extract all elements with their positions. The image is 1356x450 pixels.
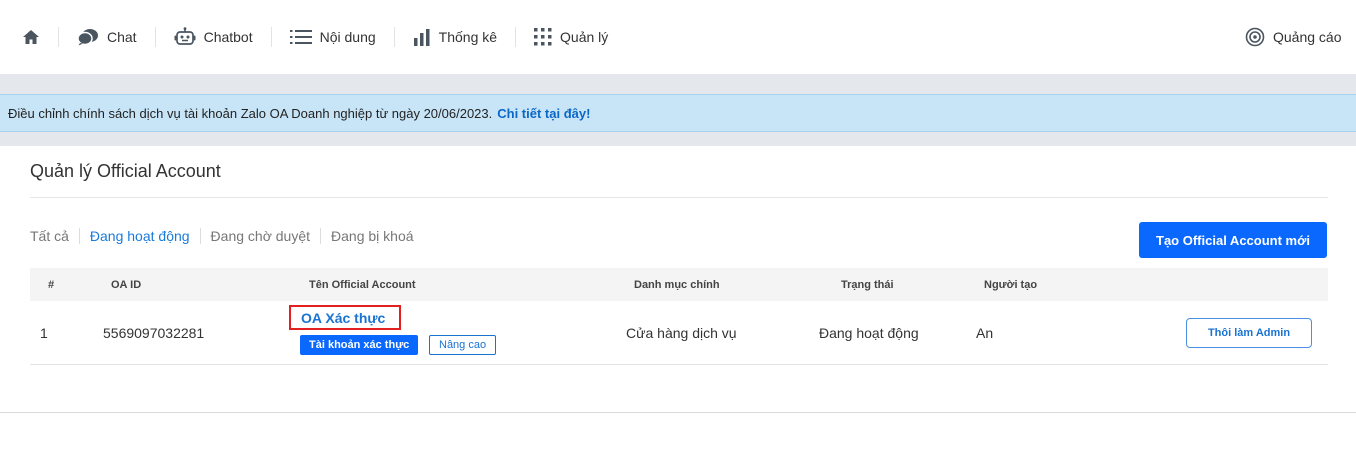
column-header-category: Danh mục chính xyxy=(634,279,720,291)
top-navigation: Chat Chatbot Nội dung Thống kê Quản lý Q… xyxy=(0,0,1356,74)
nav-divider xyxy=(270,27,272,47)
leave-admin-button[interactable]: Thôi làm Admin xyxy=(1186,318,1312,348)
nav-divider xyxy=(393,27,395,47)
tab-locked[interactable]: Đang bị khoá xyxy=(331,228,414,244)
nav-statistics-label: Thống kê xyxy=(438,29,498,45)
oa-name-text: OA Xác thực xyxy=(301,309,386,326)
home-icon xyxy=(23,30,39,44)
bar-chart-icon xyxy=(413,29,430,46)
grid-dots-icon xyxy=(534,28,552,46)
tab-all[interactable]: Tất cả xyxy=(30,228,69,244)
tab-divider xyxy=(320,228,322,244)
column-header-oa-id: OA ID xyxy=(111,279,142,291)
row-status: Đang hoạt động xyxy=(819,325,919,341)
row-category: Cửa hàng dịch vụ xyxy=(626,325,737,341)
chat-bubbles-icon xyxy=(77,29,98,46)
column-header-status: Trạng thái xyxy=(841,279,894,291)
nav-divider xyxy=(515,27,517,47)
column-header-name: Tên Official Account xyxy=(309,279,416,291)
page-title: Quản lý Official Account xyxy=(30,161,221,181)
footer-divider xyxy=(0,412,1356,413)
tab-active[interactable]: Đang hoạt động xyxy=(90,228,190,244)
banner-details-link[interactable]: Chi tiết tại đây! xyxy=(497,106,590,121)
robot-icon xyxy=(174,27,196,45)
row-creator: An xyxy=(976,325,994,341)
column-header-index: # xyxy=(48,279,55,291)
nav-ads[interactable]: Quảng cáo xyxy=(1245,26,1342,48)
nav-manage[interactable]: Quản lý xyxy=(534,26,608,48)
nav-chat[interactable]: Chat xyxy=(77,26,137,48)
nav-manage-label: Quản lý xyxy=(560,29,609,45)
nav-chatbot[interactable]: Chatbot xyxy=(174,26,253,48)
banner-text: Điều chỉnh chính sách dịch vụ tài khoản … xyxy=(8,105,493,121)
nav-statistics[interactable]: Thống kê xyxy=(413,26,497,48)
create-oa-button[interactable]: Tạo Official Account mới xyxy=(1139,222,1327,258)
nav-divider xyxy=(154,27,156,47)
oa-name-link[interactable]: OA Xác thực xyxy=(289,305,401,330)
nav-ads-label: Quảng cáo xyxy=(1273,29,1342,45)
tab-pending[interactable]: Đang chờ duyệt xyxy=(211,228,310,244)
column-header-creator: Người tạo xyxy=(984,279,1038,291)
row-oa-id: 5569097032281 xyxy=(103,325,205,341)
list-icon xyxy=(289,30,312,44)
verified-account-badge: Tài khoản xác thực xyxy=(300,335,419,355)
title-divider xyxy=(30,197,1328,198)
banner-spacer xyxy=(0,132,1356,146)
tab-divider xyxy=(78,228,80,244)
nav-content-label: Nội dung xyxy=(319,29,376,45)
status-filter-tabs: Tất cả Đang hoạt động Đang chờ duyệt Đan… xyxy=(30,226,414,246)
announcement-banner: Điều chỉnh chính sách dịch vụ tài khoản … xyxy=(0,94,1356,132)
home-button[interactable] xyxy=(22,29,40,45)
target-icon xyxy=(1245,27,1265,47)
header-spacer xyxy=(0,74,1356,94)
advanced-badge: Nâng cao xyxy=(429,335,497,355)
tab-divider xyxy=(199,228,201,244)
nav-content[interactable]: Nội dung xyxy=(289,26,376,48)
row-index: 1 xyxy=(40,325,48,341)
nav-chat-label: Chat xyxy=(107,29,137,45)
nav-chatbot-label: Chatbot xyxy=(203,29,253,45)
table-header: # OA ID Tên Official Account Danh mục ch… xyxy=(30,268,1328,301)
table-row: 1 5569097032281 OA Xác thực Tài khoản xá… xyxy=(30,301,1328,365)
nav-divider xyxy=(58,27,59,47)
